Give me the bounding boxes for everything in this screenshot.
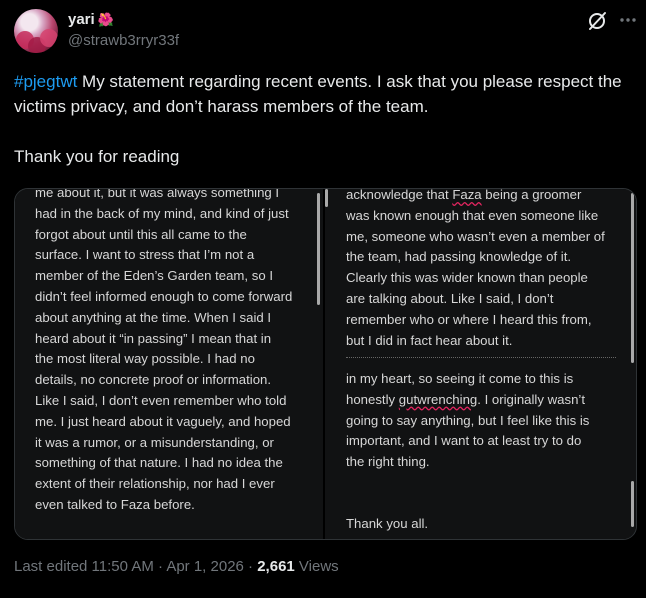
image-text-right-bottom: Thank you all. bbox=[346, 516, 429, 531]
image-scrollbar bbox=[631, 193, 634, 363]
tweet-body: #pjegtwt My statement regarding recent e… bbox=[14, 69, 630, 169]
image-text-line: member of the Eden’s Garden team, so I bbox=[35, 268, 273, 284]
tweet-header: yari 🌺 @strawb3rryr33f bbox=[0, 0, 646, 64]
views-count: 2,661 bbox=[257, 558, 295, 575]
display-name[interactable]: yari 🌺 bbox=[68, 11, 114, 28]
image-text-line: going to say anything, but I feel like t… bbox=[346, 412, 590, 428]
image-text-line: had in the back of my mind, and kind of … bbox=[35, 205, 289, 221]
hashtag-link[interactable]: #pjegtwt bbox=[14, 72, 77, 91]
image-text-line: remember who or where I heard this from, bbox=[346, 311, 592, 327]
image-text-line: forgot about until this all came to the bbox=[35, 226, 247, 242]
image-text-line: the most literal way possible. I had no bbox=[35, 351, 255, 367]
image-text-right-middle: in my heart, so seeing it come to this i… bbox=[346, 369, 589, 473]
tweet-meta: Last edited 11:50 AM · Apr 1, 2026 · 2,6… bbox=[14, 558, 339, 575]
image-text-line: me, someone who wasn’t even a member of bbox=[346, 228, 605, 244]
image-text-line: the right thing. bbox=[346, 454, 430, 470]
image-text-line: it was a rumor, or a misunderstanding, o… bbox=[35, 434, 274, 450]
image-text-line: Clearly this was wider known than people bbox=[346, 270, 588, 286]
image-text-line: acknowledge that Faza being a groomer bbox=[346, 189, 582, 202]
image-text-line: heard about it “in passing” I mean that … bbox=[35, 330, 272, 346]
image-text-line: something of that nature. I had no idea … bbox=[35, 455, 283, 471]
avatar[interactable] bbox=[14, 9, 58, 53]
media-image-right[interactable]: acknowledge that Faza being a groomer was… bbox=[325, 189, 636, 539]
tweet-media[interactable]: me about it, but it was always something… bbox=[14, 188, 637, 540]
image-scrollbar bbox=[317, 193, 320, 305]
image-scrollbar bbox=[631, 481, 634, 527]
image-text-line: Like I said, I don’t even remember who t… bbox=[35, 392, 287, 408]
image-text-line: in my heart, so seeing it come to this i… bbox=[346, 371, 574, 386]
image-text-line: but I did in fact hear about it. bbox=[346, 332, 513, 348]
image-text-line: was known enough that even someone like bbox=[346, 207, 599, 223]
image-text-line: the team, had passing knowledge of it. bbox=[346, 249, 572, 265]
display-name-text[interactable]: yari bbox=[68, 11, 95, 28]
image-text-line: me about it, but it was always something… bbox=[35, 189, 280, 200]
image-text-line: extent of their relationship, nor had I … bbox=[35, 476, 275, 492]
more-horizontal-icon[interactable] bbox=[618, 10, 638, 30]
views-label: Views bbox=[294, 558, 339, 575]
image-text-line: are talking about. Like I said, I don’t bbox=[346, 290, 554, 306]
spellcheck-word: gutwrenching bbox=[398, 391, 478, 407]
flower-emoji-icon: 🌺 bbox=[97, 12, 114, 27]
image-text-line: surface. I want to stress that I’m not a bbox=[35, 247, 255, 263]
image-text-line: me. I just heard about it vaguely, and h… bbox=[35, 413, 291, 429]
image-text-line: honestly gutwrenching. I originally wasn… bbox=[346, 391, 585, 407]
image-text-line: even talked to Faza before. bbox=[35, 496, 195, 512]
image-text-line: Before I move into the next part, I want… bbox=[35, 537, 292, 540]
image-text-line: about anything at the time. When I said … bbox=[35, 309, 272, 325]
user-handle[interactable]: @strawb3rryr33f bbox=[68, 32, 179, 49]
image-text-line bbox=[35, 516, 292, 537]
tweet-statement-text: My statement regarding recent events. I … bbox=[14, 72, 622, 116]
image-scrollbar bbox=[325, 189, 328, 207]
spellcheck-word: Faza bbox=[452, 189, 482, 202]
image-text-left: me about it, but it was always something… bbox=[35, 189, 292, 539]
edited-timestamp[interactable]: Last edited 11:50 AM · Apr 1, 2026 · bbox=[14, 558, 257, 575]
image-text-line: details, no concrete proof or informatio… bbox=[35, 372, 272, 388]
tweet-statement: #pjegtwt My statement regarding recent e… bbox=[14, 69, 630, 119]
grok-icon[interactable] bbox=[586, 10, 608, 32]
image-text-line: didn’t feel informed enough to come forw… bbox=[35, 288, 293, 304]
tweet-closing: Thank you for reading bbox=[14, 147, 180, 166]
image-cut-line bbox=[346, 357, 616, 362]
media-image-left[interactable]: me about it, but it was always something… bbox=[15, 189, 323, 539]
image-text-line: important, and I want to at least try to… bbox=[346, 433, 582, 449]
image-text-right-top: acknowledge that Faza being a groomer was… bbox=[346, 189, 605, 351]
